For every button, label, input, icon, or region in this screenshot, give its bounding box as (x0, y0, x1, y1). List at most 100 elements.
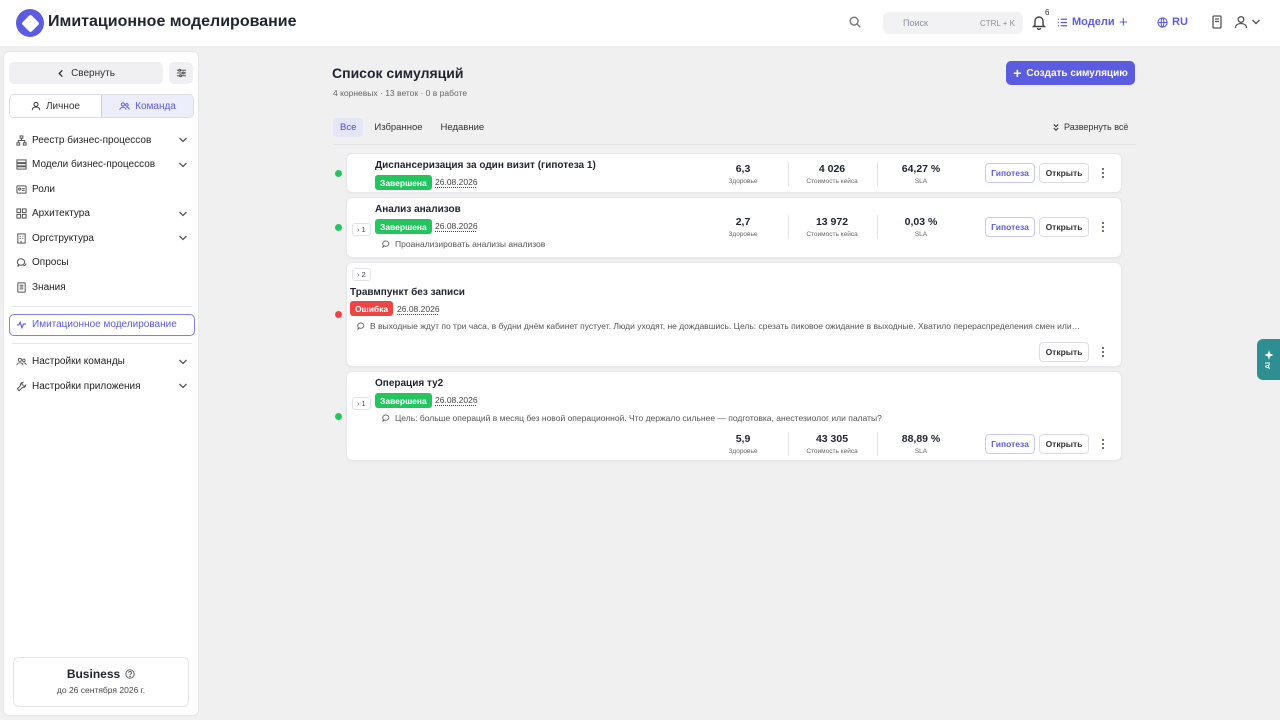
tab-favorites[interactable]: Избранное (367, 118, 429, 137)
ai-assistant-tab[interactable]: AI (1257, 339, 1280, 380)
simulation-date: 26.08.2026 (435, 395, 478, 405)
simulation-title[interactable]: Диспансеризация за один визит (гипотеза … (375, 160, 596, 171)
layers-icon (16, 159, 27, 170)
simulation-card[interactable]: › 2 Травмпункт без записи Ошибка 26.08.2… (346, 262, 1122, 367)
sidebar-item-label: Модели бизнес-процессов (32, 159, 156, 171)
more-icon[interactable] (1099, 221, 1107, 233)
sidebar-item-process-registry[interactable]: Реестр бизнес-процессов (4, 128, 200, 153)
metric-label: Стоимость кейса (806, 178, 858, 185)
simulation-title[interactable]: Травмпункт без записи (350, 287, 465, 298)
sidebar-item-app-settings[interactable]: Настройки приложения (4, 374, 200, 399)
sidebar-item-team-settings[interactable]: Настройки команды (4, 350, 200, 375)
simulation-card[interactable]: › 1 Операция ту2 Завершена 26.08.2026 Це… (346, 371, 1122, 461)
scope-tab-personal[interactable]: Личное (10, 95, 101, 117)
open-button[interactable]: Открыть (1039, 434, 1089, 454)
sidebar-nav: Реестр бизнес-процессов Модели бизнес-пр… (4, 128, 200, 399)
divider (12, 305, 192, 307)
more-icon[interactable] (1099, 438, 1107, 450)
sidebar-item-surveys[interactable]: Опросы (4, 251, 200, 276)
chevron-down-icon[interactable] (178, 381, 188, 391)
sidebar-item-org-structure[interactable]: Оргструктура (4, 226, 200, 251)
simulation-card[interactable]: Диспансеризация за один визит (гипотеза … (346, 153, 1122, 193)
id-card-icon (16, 185, 27, 194)
metric-sla: 64,27 % SLA (877, 163, 965, 185)
simulation-date: 26.08.2026 (435, 177, 478, 187)
collapse-sidebar-button[interactable]: Свернуть (9, 62, 163, 84)
simulation-card[interactable]: › 1 Анализ анализов Завершена 26.08.2026… (346, 197, 1122, 258)
simulation-title[interactable]: Анализ анализов (375, 204, 461, 215)
chevron-down-icon[interactable] (1251, 18, 1261, 26)
search-icon[interactable] (848, 15, 862, 29)
tab-recent[interactable]: Недавние (434, 118, 492, 137)
sidebar-item-knowledge[interactable]: Знания (4, 275, 200, 300)
list-icon (1057, 18, 1068, 26)
comment-text: Цель: больше операций в месяц без новой … (395, 413, 882, 423)
sidebar-item-architecture[interactable]: Архитектура (4, 202, 200, 227)
metric-label: Стоимость кейса (806, 448, 858, 455)
metric-label: Здоровье (728, 178, 758, 185)
scope-tab-team[interactable]: Команда (101, 95, 193, 117)
chevron-down-icon[interactable] (178, 357, 188, 367)
status-dot (335, 311, 342, 318)
metric-label: SLA (914, 448, 928, 455)
building-icon (17, 233, 26, 244)
metric-case-cost: 4 026 Стоимость кейса (788, 163, 876, 185)
chevron-down-icon[interactable] (178, 135, 188, 145)
open-button[interactable]: Открыть (1039, 217, 1089, 237)
user-icon[interactable] (1234, 15, 1248, 29)
branches-count: 1 (361, 225, 366, 234)
docs-icon[interactable] (1211, 15, 1223, 29)
models-link[interactable]: Модели (1057, 16, 1115, 28)
user-icon (31, 101, 41, 111)
add-model-icon[interactable]: + (1119, 14, 1128, 31)
more-icon[interactable] (1099, 167, 1107, 179)
hypothesis-button[interactable]: Гипотеза (985, 217, 1035, 237)
comment-text: В выходные ждут по три часа, в будни днё… (370, 321, 1081, 331)
comment-icon (382, 240, 390, 248)
open-button[interactable]: Открыть (1039, 342, 1089, 362)
tab-all[interactable]: Все (333, 118, 364, 137)
plan-card: Business до 26 сентября 2026 г. (13, 657, 189, 707)
branches-toggle[interactable]: › 1 (352, 223, 371, 236)
language-switcher[interactable]: RU (1157, 16, 1188, 28)
create-simulation-label: Создать симуляцию (1026, 67, 1128, 79)
open-button[interactable]: Открыть (1039, 163, 1089, 183)
book-icon (17, 282, 26, 293)
team-icon (16, 358, 27, 366)
status-dot (335, 413, 342, 420)
sidebar-item-roles[interactable]: Роли (4, 177, 200, 202)
sidebar-settings-button[interactable] (169, 62, 193, 84)
metric-value: 88,89 % (901, 433, 941, 445)
comment-icon (382, 414, 390, 422)
sidebar-item-simulation[interactable]: Имитационное моделирование (9, 313, 195, 336)
sidebar-item-label: Архитектура (32, 208, 90, 220)
metric-health: 2,7 Здоровье (699, 216, 787, 238)
search-input[interactable]: Поиск CTRL + K (883, 12, 1023, 34)
metric-case-cost: 43 305 Стоимость кейса (788, 433, 876, 455)
branches-count: 2 (361, 270, 366, 279)
divider (12, 342, 192, 344)
simulation-title[interactable]: Операция ту2 (375, 378, 443, 389)
chevron-right-icon: › (357, 270, 360, 279)
metric-value: 2,7 (735, 216, 751, 228)
branches-toggle[interactable]: › 1 (352, 397, 371, 410)
chevron-down-icon[interactable] (178, 209, 188, 219)
help-icon[interactable] (125, 669, 135, 679)
branches-count: 1 (361, 399, 366, 408)
chevron-down-icon[interactable] (178, 160, 188, 170)
sidebar-item-process-models[interactable]: Модели бизнес-процессов (4, 153, 200, 178)
chevron-down-icon[interactable] (178, 233, 188, 243)
scope-switcher: Личное Команда (9, 94, 194, 118)
metric-label: SLA (914, 231, 928, 238)
metric-label: Здоровье (728, 448, 758, 455)
branches-toggle[interactable]: › 2 (352, 268, 371, 281)
app-logo[interactable] (16, 9, 44, 37)
expand-all-button[interactable]: Развернуть всё (1052, 122, 1128, 132)
hypothesis-button[interactable]: Гипотеза (985, 163, 1035, 183)
hypothesis-button[interactable]: Гипотеза (985, 434, 1035, 454)
create-simulation-button[interactable]: + Создать симуляцию (1006, 61, 1135, 85)
chevron-left-icon (58, 69, 63, 77)
metric-value: 43 305 (815, 433, 849, 445)
more-icon[interactable] (1099, 346, 1107, 358)
metric-sla: 0,03 % SLA (877, 216, 965, 238)
